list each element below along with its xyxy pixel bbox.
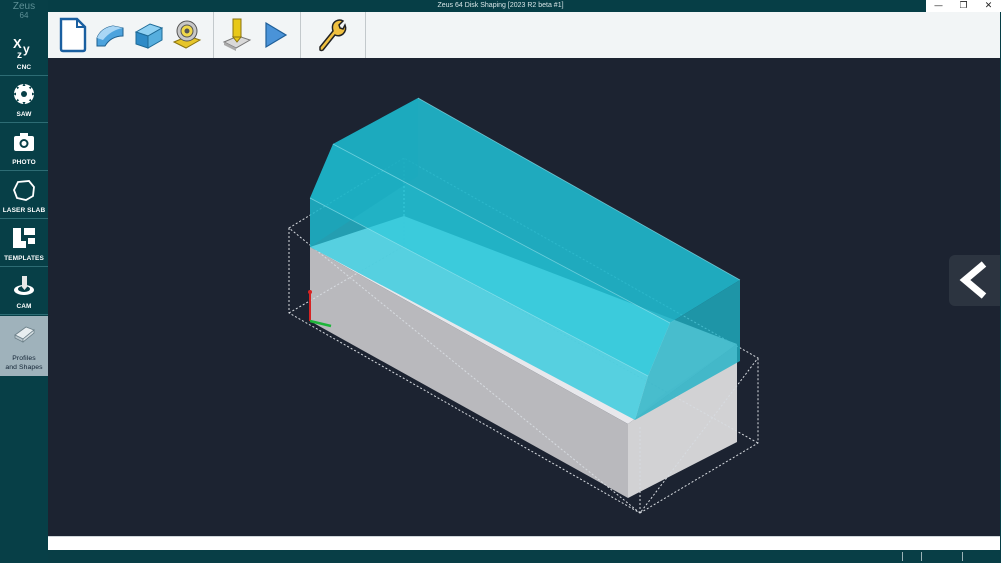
wrench-icon[interactable] — [314, 16, 348, 54]
sidebar-item-label: SAW — [16, 111, 32, 118]
logo-line1: Zeus — [12, 1, 36, 12]
title-bar: Zeus 64 Disk Shaping [2023 R2 beta #1] —… — [0, 0, 1001, 12]
sidebar-item-photo[interactable]: PHOTO — [0, 124, 48, 171]
sidebar-item-templates[interactable]: TEMPLATES — [0, 220, 48, 267]
sidebar-item-label: TEMPLATES — [4, 255, 44, 262]
sidebar-item-label: PHOTO — [12, 159, 36, 166]
sidebar: Zeus 64 X y z CNC SAW PHOTO LASER SLAB T… — [0, 0, 48, 563]
label-line2: and Shapes — [5, 364, 43, 371]
xyz-icon: X y z — [13, 36, 30, 59]
toolbar-separator — [300, 12, 301, 58]
svg-text:X: X — [13, 36, 22, 51]
scene — [288, 97, 759, 514]
panel-collapse-tab[interactable] — [949, 255, 1000, 306]
minimize-button[interactable]: — — [926, 0, 951, 12]
mill-down-icon[interactable] — [220, 16, 254, 54]
camera-icon — [14, 133, 34, 151]
shape-block-icon[interactable] — [132, 16, 166, 54]
status-divider — [902, 552, 903, 561]
sidebar-item-label: CAM — [16, 303, 32, 310]
close-button[interactable]: ✕ — [976, 0, 1001, 12]
profile-blue-icon[interactable] — [93, 16, 127, 54]
app-logo: Zeus 64 — [0, 1, 48, 21]
profile-shape-icon — [14, 326, 35, 343]
toolbar-separator — [365, 12, 366, 58]
window-title: Zeus 64 Disk Shaping [2023 R2 beta #1] — [437, 2, 564, 9]
sidebar-item-label: Profiles and Shapes — [0, 354, 48, 372]
sidebar-item-label: LASER SLAB — [2, 207, 46, 214]
slab-outline-icon — [13, 180, 35, 201]
svg-text:z: z — [17, 50, 22, 59]
window-controls: — ❐ ✕ — [926, 0, 1001, 12]
chevron-left-icon — [959, 261, 987, 299]
sidebar-item-label: CNC — [16, 64, 32, 71]
logo-line2: 64 — [19, 11, 29, 20]
gear-tool-icon[interactable] — [170, 16, 204, 54]
sidebar-item-profiles-and-shapes[interactable]: Profiles and Shapes — [0, 316, 48, 376]
play-icon[interactable] — [258, 16, 292, 54]
sidebar-item-saw[interactable]: SAW — [0, 76, 48, 123]
label-line1: Profiles — [12, 355, 36, 362]
sidebar-item-cnc[interactable]: X y z CNC — [0, 29, 48, 76]
svg-text:y: y — [23, 42, 30, 56]
toolbar — [48, 12, 1000, 59]
status-divider — [962, 552, 963, 561]
restore-button[interactable]: ❐ — [951, 0, 976, 12]
status-bar — [48, 536, 1000, 551]
toolbar-separator — [213, 12, 214, 58]
bottom-strip — [48, 550, 1001, 563]
3d-viewport[interactable] — [48, 58, 1000, 536]
cam-icon — [14, 276, 34, 295]
sidebar-item-laser-slab[interactable]: LASER SLAB — [0, 172, 48, 219]
new-document-icon[interactable] — [56, 16, 90, 54]
saw-blade-icon — [13, 83, 35, 105]
sidebar-item-cam[interactable]: CAM — [0, 268, 48, 315]
templates-icon — [13, 228, 35, 248]
status-divider — [921, 552, 922, 561]
